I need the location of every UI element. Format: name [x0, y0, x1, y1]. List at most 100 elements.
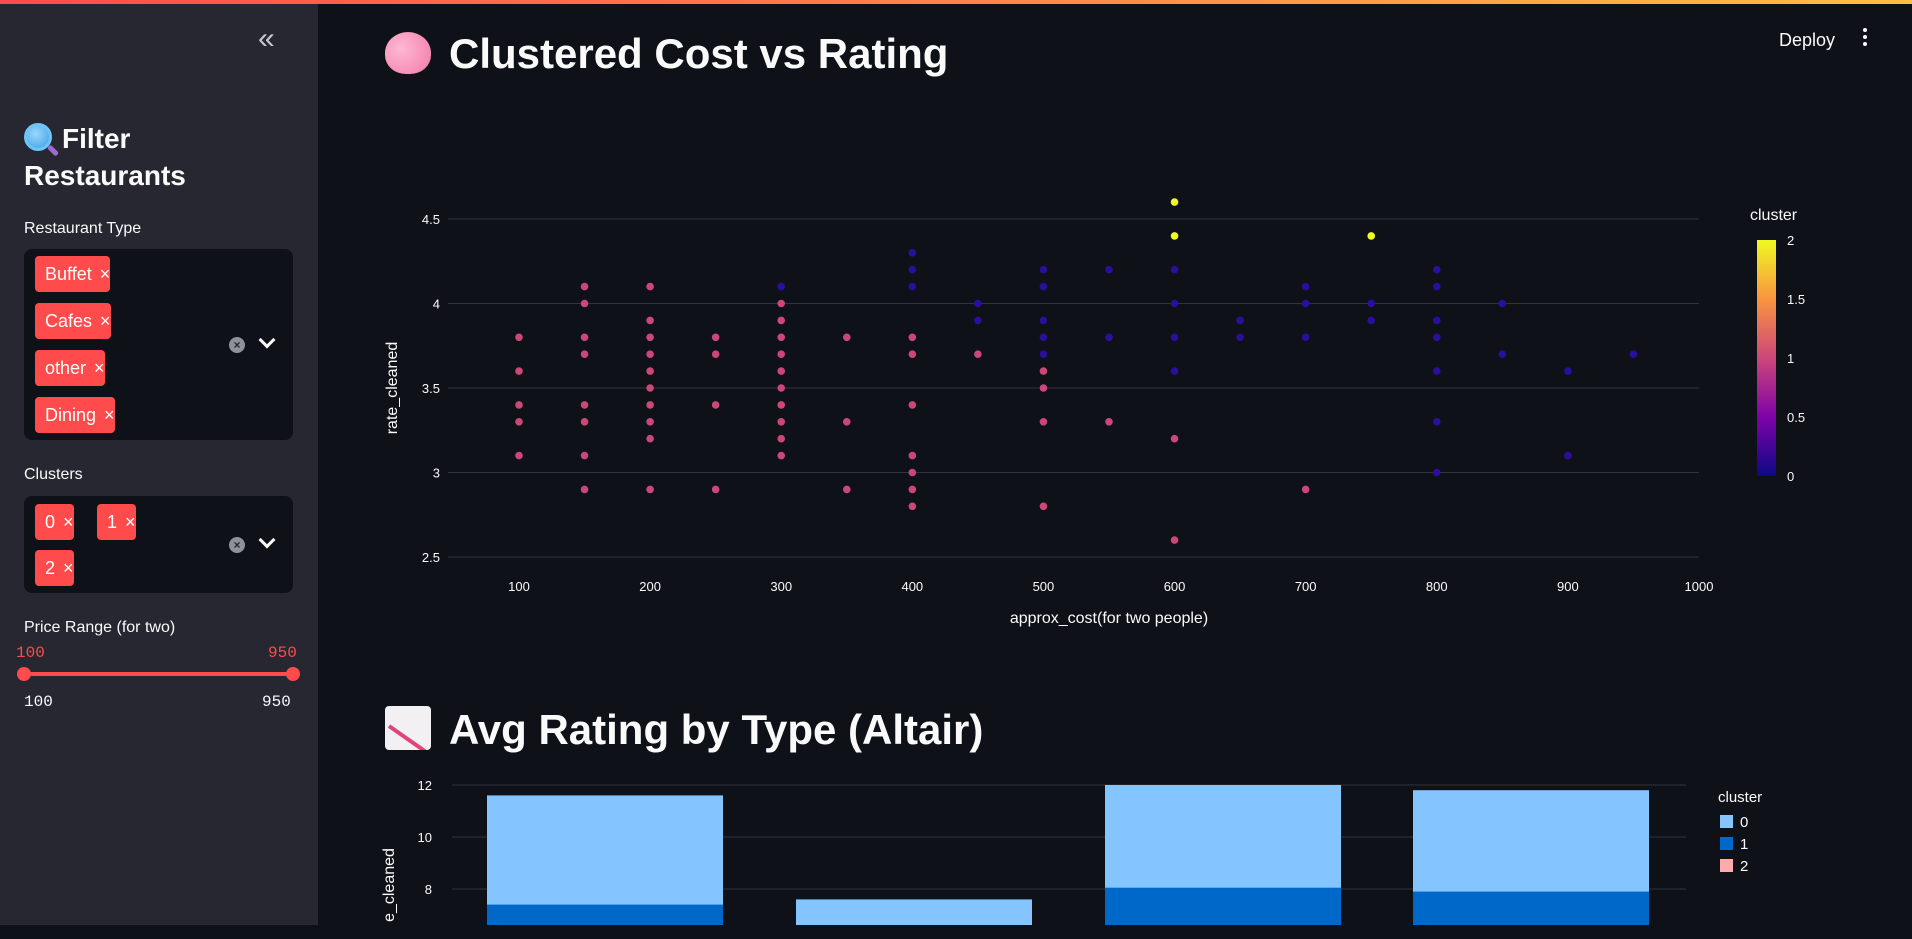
bar-heading: Avg Rating by Type (Altair) — [385, 706, 983, 754]
x-tick-label: 700 — [1295, 579, 1317, 594]
scatter-point — [1432, 418, 1441, 426]
scatter-point — [515, 367, 523, 375]
scatter-point — [842, 485, 851, 494]
scatter-point — [515, 451, 523, 460]
scatter-point — [711, 333, 720, 342]
y-tick-label: 4.5 — [422, 212, 440, 227]
scatter-point — [777, 282, 786, 291]
scatter-point — [777, 434, 786, 443]
scatter-point — [646, 384, 654, 392]
colorbar-title: cluster — [1750, 207, 1798, 224]
scatter-point — [1039, 282, 1048, 291]
scatter-point — [974, 350, 982, 359]
scatter-chart: 2.533.544.5100 200 300 400 500 600 700 800 900 10… — [384, 198, 1805, 627]
scatter-point — [1170, 232, 1179, 240]
scatter-point — [580, 418, 589, 426]
scatter-point — [646, 401, 654, 409]
scatter-point — [1564, 451, 1572, 460]
scatter-point — [646, 333, 654, 342]
scatter-point — [1170, 265, 1179, 274]
colorbar-tick-label: 0.5 — [1787, 410, 1805, 425]
colorbar-tick-label: 0 — [1787, 469, 1794, 484]
x-tick-label: 800 — [1426, 579, 1448, 594]
scatter-point — [1170, 333, 1179, 342]
chart-decreasing-icon — [385, 706, 431, 750]
scatter-point — [1039, 418, 1048, 426]
colorbar-tick-label: 1.5 — [1787, 292, 1805, 307]
y-axis-title: rate_cleaned — [384, 342, 401, 435]
scatter-point — [646, 350, 654, 359]
scatter-point — [908, 485, 917, 494]
scatter-point — [1105, 418, 1113, 426]
x-tick-label: 600 — [1164, 579, 1186, 594]
scatter-point — [646, 418, 654, 426]
scatter-point — [1629, 350, 1638, 359]
scatter-point — [777, 316, 786, 325]
scatter-point — [1432, 265, 1441, 274]
scatter-point — [777, 350, 786, 359]
scatter-point — [908, 502, 917, 511]
scatter-point — [580, 299, 589, 308]
scatter-point — [1301, 299, 1310, 308]
scatter-point — [646, 282, 654, 291]
scatter-point — [1170, 367, 1179, 375]
y-tick-label: 4 — [433, 297, 440, 312]
scatter-point — [908, 282, 917, 291]
y-tick-label: 3 — [433, 466, 440, 481]
scatter-point — [777, 384, 786, 392]
top-accent-bar — [0, 0, 1912, 4]
scatter-point — [1039, 265, 1048, 274]
scatter-point — [1301, 282, 1310, 291]
scatter-point — [1039, 367, 1048, 375]
x-tick-label: 300 — [770, 579, 792, 594]
scatter-point — [908, 468, 917, 477]
scatter-point — [580, 451, 589, 460]
scatter-point — [1170, 299, 1179, 308]
y-tick-label: 2.5 — [422, 550, 440, 565]
scatter-point — [842, 333, 851, 342]
scatter-point — [1432, 367, 1441, 375]
scatter-point — [908, 451, 917, 460]
x-tick-label: 200 — [639, 579, 661, 594]
scatter-point — [1432, 333, 1441, 342]
x-tick-label: 900 — [1557, 579, 1579, 594]
scatter-point — [1564, 367, 1572, 375]
x-tick-label: 500 — [1033, 579, 1055, 594]
scatter-point — [908, 249, 917, 257]
scatter-point — [1367, 232, 1376, 240]
scatter-point — [974, 316, 982, 325]
scatter-point — [1170, 536, 1179, 544]
scatter-point — [777, 401, 786, 409]
scatter-point — [1432, 282, 1441, 291]
scatter-point — [1301, 333, 1310, 342]
scatter-point — [1170, 434, 1179, 443]
scatter-point — [646, 485, 654, 494]
scatter-point — [1432, 316, 1441, 325]
x-axis-title: approx_cost(for two people) — [1010, 610, 1208, 627]
scatter-point — [711, 401, 720, 409]
y-tick-label: 3.5 — [422, 381, 440, 396]
scatter-point — [908, 401, 917, 409]
scatter-point — [1039, 384, 1048, 392]
scatter-point — [646, 367, 654, 375]
scatter-point — [777, 299, 786, 308]
scatter-point — [974, 299, 982, 308]
scatter-point — [1105, 265, 1113, 274]
scatter-point — [580, 333, 589, 342]
scatter-point — [711, 350, 720, 359]
scatter-point — [1367, 316, 1376, 325]
scatter-point — [842, 418, 851, 426]
colorbar-tick-label: 1 — [1787, 351, 1794, 366]
scatter-point — [1105, 333, 1113, 342]
colorbar — [1757, 240, 1776, 476]
scatter-point — [1236, 316, 1244, 325]
scatter-point — [1236, 333, 1244, 342]
scatter-point — [646, 316, 654, 325]
scatter-point — [777, 333, 786, 342]
scatter-point — [580, 282, 589, 291]
x-tick-label: 1000 — [1685, 579, 1714, 594]
scatter-point — [515, 418, 523, 426]
scatter-point — [1498, 350, 1507, 359]
scatter-point — [515, 401, 523, 409]
scatter-point — [1170, 198, 1179, 206]
